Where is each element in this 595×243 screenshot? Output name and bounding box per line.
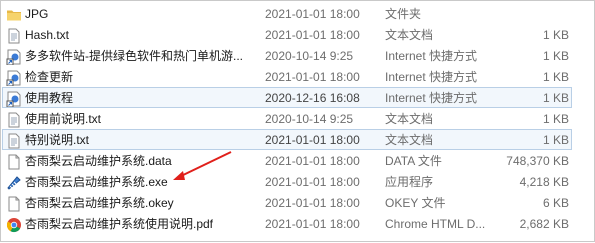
file-date: 2020-10-14 9:25 [265,49,354,63]
generic-file-icon [8,154,20,170]
folder-icon [7,10,21,21]
list-item[interactable]: 检查更新 2021-01-01 18:00 Internet 快捷方式 1 KB [2,66,572,87]
file-type: Internet 快捷方式 [385,49,478,63]
file-type: DATA 文件 [385,154,442,168]
list-item[interactable]: Hash.txt 2021-01-01 18:00 文本文档 1 KB [2,24,572,45]
file-size: 4,218 KB [519,175,569,189]
file-list: JPG 2021-01-01 18:00 文件夹 Hash.txt 2021-0… [1,3,591,234]
application-icon [7,176,21,190]
file-size: 1 KB [542,28,569,42]
list-item[interactable]: 杏雨梨云启动维护系统.exe 2021-01-01 18:00 应用程序 4,2… [2,171,572,192]
file-date: 2021-01-01 18:00 [265,196,360,210]
file-type: 文件夹 [385,7,422,21]
text-file-icon [8,133,20,149]
file-name: 特别说明.txt [25,133,90,147]
file-type: 文本文档 [385,133,434,147]
file-size: 1 KB [542,49,569,63]
chrome-pdf-icon [6,218,21,233]
file-type: 文本文档 [385,112,434,126]
file-size: 2,682 KB [519,217,569,231]
file-date: 2021-01-01 18:00 [265,7,360,21]
file-size: 6 KB [542,196,569,210]
file-date: 2021-01-01 18:00 [265,70,360,84]
file-name: 杏雨梨云启动维护系统.okey [25,196,174,210]
file-type: 文本文档 [385,28,434,42]
list-item[interactable]: 使用教程 2020-12-16 16:08 Internet 快捷方式 1 KB [2,87,572,108]
file-name: Hash.txt [25,28,70,42]
file-name: 多多软件站-提供绿色软件和热门单机游... [25,49,243,63]
list-item[interactable]: 多多软件站-提供绿色软件和热门单机游... 2020-10-14 9:25 In… [2,45,572,66]
file-size: 1 KB [542,70,569,84]
file-date: 2021-01-01 18:00 [265,28,360,42]
file-type: 应用程序 [385,175,434,189]
file-name: 使用前说明.txt [25,112,102,126]
file-size: 1 KB [542,112,569,126]
file-type: Chrome HTML D... [385,217,486,231]
file-name: JPG [25,7,49,21]
list-item[interactable]: 特别说明.txt 2021-01-01 18:00 文本文档 1 KB [2,129,572,150]
internet-shortcut-icon [6,70,21,86]
text-file-icon [8,28,20,44]
file-type: OKEY 文件 [385,196,446,210]
file-date: 2020-10-14 9:25 [265,112,354,126]
file-name: 杏雨梨云启动维护系统使用说明.pdf [25,217,214,231]
file-date: 2020-12-16 16:08 [265,91,360,105]
list-item[interactable]: 杏雨梨云启动维护系统.okey 2021-01-01 18:00 OKEY 文件… [2,192,572,213]
file-size: 748,370 KB [506,154,569,168]
file-date: 2021-01-01 18:00 [265,154,360,168]
internet-shortcut-icon [6,49,21,65]
file-name: 检查更新 [25,70,74,84]
file-date: 2021-01-01 18:00 [265,175,360,189]
text-file-icon [8,112,20,128]
list-item[interactable]: 使用前说明.txt 2020-10-14 9:25 文本文档 1 KB [2,108,572,129]
file-list-window: JPG 2021-01-01 18:00 文件夹 Hash.txt 2021-0… [0,0,595,242]
list-item[interactable]: 杏雨梨云启动维护系统.data 2021-01-01 18:00 DATA 文件… [2,150,572,171]
file-type: Internet 快捷方式 [385,70,478,84]
list-item[interactable]: JPG 2021-01-01 18:00 文件夹 [2,3,572,24]
internet-shortcut-icon [6,91,21,107]
file-name: 杏雨梨云启动维护系统.exe [25,175,168,189]
list-item[interactable]: 杏雨梨云启动维护系统使用说明.pdf 2021-01-01 18:00 Chro… [2,213,572,234]
file-size: 1 KB [542,133,569,147]
file-name: 使用教程 [25,91,74,105]
file-type: Internet 快捷方式 [385,91,478,105]
file-name: 杏雨梨云启动维护系统.data [25,154,172,168]
file-date: 2021-01-01 18:00 [265,217,360,231]
file-size: 1 KB [542,91,569,105]
generic-file-icon [8,196,20,212]
file-date: 2021-01-01 18:00 [265,133,360,147]
